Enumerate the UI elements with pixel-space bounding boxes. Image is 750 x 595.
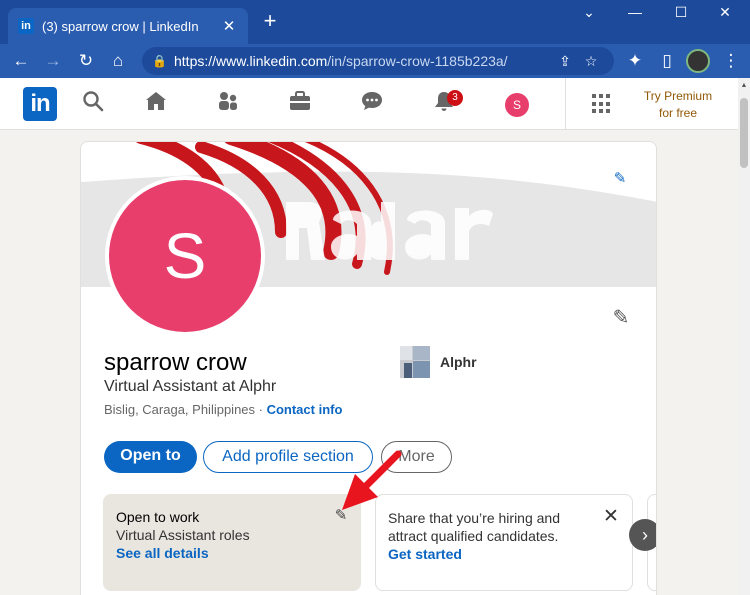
tab-search-chevron-icon[interactable]: ⌄ bbox=[566, 4, 612, 21]
browser-titlebar: in (3) sparrow crow | LinkedIn ✕ + ⌄ — ☐… bbox=[0, 0, 750, 44]
address-bar[interactable]: 🔒 https://www.linkedin.com/in/sparrow-cr… bbox=[142, 47, 614, 75]
scroll-up-arrow-icon[interactable]: ▲ bbox=[738, 82, 750, 89]
profile-name: sparrow crow bbox=[104, 349, 247, 376]
minimize-button[interactable]: — bbox=[612, 4, 658, 20]
try-premium-link[interactable]: Try Premium for free bbox=[630, 88, 726, 122]
profile-headline: Virtual Assistant at Alphr bbox=[104, 378, 277, 395]
current-company[interactable]: Alphr bbox=[400, 346, 477, 378]
search-icon[interactable] bbox=[79, 90, 107, 118]
back-button[interactable]: ← bbox=[8, 48, 34, 74]
open-to-button[interactable]: Open to bbox=[104, 441, 197, 473]
profile-location: Bislig, Caraga, Philippines · bbox=[104, 402, 267, 417]
network-icon[interactable] bbox=[214, 90, 242, 118]
edit-open-to-work-pencil-icon[interactable]: ✎ bbox=[331, 506, 351, 526]
browser-toolbar: ← → ↻ ⌂ 🔒 https://www.linkedin.com/in/sp… bbox=[0, 44, 750, 78]
more-button[interactable]: More bbox=[381, 441, 452, 473]
bookmark-star-icon[interactable]: ☆ bbox=[578, 53, 604, 70]
browser-tab[interactable]: in (3) sparrow crow | LinkedIn ✕ bbox=[8, 8, 248, 44]
scroll-thumb[interactable] bbox=[740, 98, 748, 168]
extensions-icon[interactable]: ✦ bbox=[622, 48, 648, 74]
profile-photo[interactable]: S bbox=[105, 176, 265, 336]
menu-kebab-icon[interactable]: ⋮ bbox=[718, 48, 744, 74]
notifications-badge: 3 bbox=[447, 90, 463, 106]
nav-divider bbox=[565, 78, 566, 130]
profile-location-row: Bislig, Caraga, Philippines · Contact in… bbox=[104, 402, 342, 417]
messaging-icon[interactable] bbox=[358, 90, 386, 118]
new-tab-button[interactable]: + bbox=[258, 10, 282, 34]
premium-line-1: Try Premium bbox=[643, 89, 713, 103]
company-name: Alphr bbox=[440, 354, 477, 370]
contact-info-link[interactable]: Contact info bbox=[267, 402, 343, 417]
page-scrollbar[interactable]: ▲ bbox=[738, 78, 750, 595]
linkedin-favicon-icon: in bbox=[18, 18, 34, 34]
see-all-details-link[interactable]: See all details bbox=[116, 544, 348, 562]
add-profile-section-button[interactable]: Add profile section bbox=[203, 441, 373, 473]
maximize-button[interactable]: ☐ bbox=[658, 4, 704, 21]
hiring-text-line-1: Share that you’re hiring and bbox=[388, 510, 560, 526]
briefcase-icon[interactable] bbox=[286, 90, 314, 118]
open-to-work-title: Open to work bbox=[116, 509, 200, 525]
share-icon[interactable]: ⇪ bbox=[552, 53, 578, 70]
work-grid-icon[interactable] bbox=[592, 94, 612, 114]
get-started-link[interactable]: Get started bbox=[388, 545, 620, 563]
hiring-text-line-2: attract qualified candidates. bbox=[388, 528, 559, 544]
home-icon[interactable] bbox=[142, 90, 170, 118]
dismiss-hiring-close-icon[interactable]: ✕ bbox=[600, 506, 622, 528]
edit-intro-pencil-icon[interactable]: ✎ bbox=[606, 303, 636, 333]
lock-icon[interactable]: 🔒 bbox=[152, 54, 174, 68]
url-text[interactable]: https://www.linkedin.com/in/sparrow-crow… bbox=[174, 53, 552, 69]
profile-avatar-icon[interactable] bbox=[686, 49, 710, 73]
open-to-work-card[interactable]: Open to work Virtual Assistant roles See… bbox=[103, 494, 361, 591]
linkedin-nav: in bbox=[0, 78, 738, 130]
nav-me-avatar[interactable]: S bbox=[505, 93, 529, 117]
premium-line-2: for free bbox=[658, 106, 697, 120]
company-logo bbox=[400, 346, 430, 378]
tab-title: (3) sparrow crow | LinkedIn bbox=[42, 18, 199, 34]
tab-close-icon[interactable]: ✕ bbox=[220, 17, 238, 35]
forward-button[interactable]: → bbox=[40, 48, 66, 74]
home-button[interactable]: ⌂ bbox=[105, 48, 131, 74]
close-window-button[interactable]: ✕ bbox=[702, 4, 748, 21]
edit-banner-button[interactable]: ✎ bbox=[604, 163, 636, 195]
side-panel-icon[interactable]: ▯ bbox=[654, 48, 680, 74]
carousel-next-chevron-icon[interactable]: › bbox=[629, 519, 656, 551]
linkedin-logo[interactable]: in bbox=[23, 87, 57, 121]
open-to-work-roles: Virtual Assistant roles bbox=[116, 527, 250, 543]
reload-button[interactable]: ↻ bbox=[73, 48, 99, 74]
profile-card: ✎ S ✎ sparrow crow Virtual Assistant at … bbox=[80, 141, 657, 595]
hiring-card[interactable]: Share that you’re hiring and attract qua… bbox=[375, 494, 633, 591]
